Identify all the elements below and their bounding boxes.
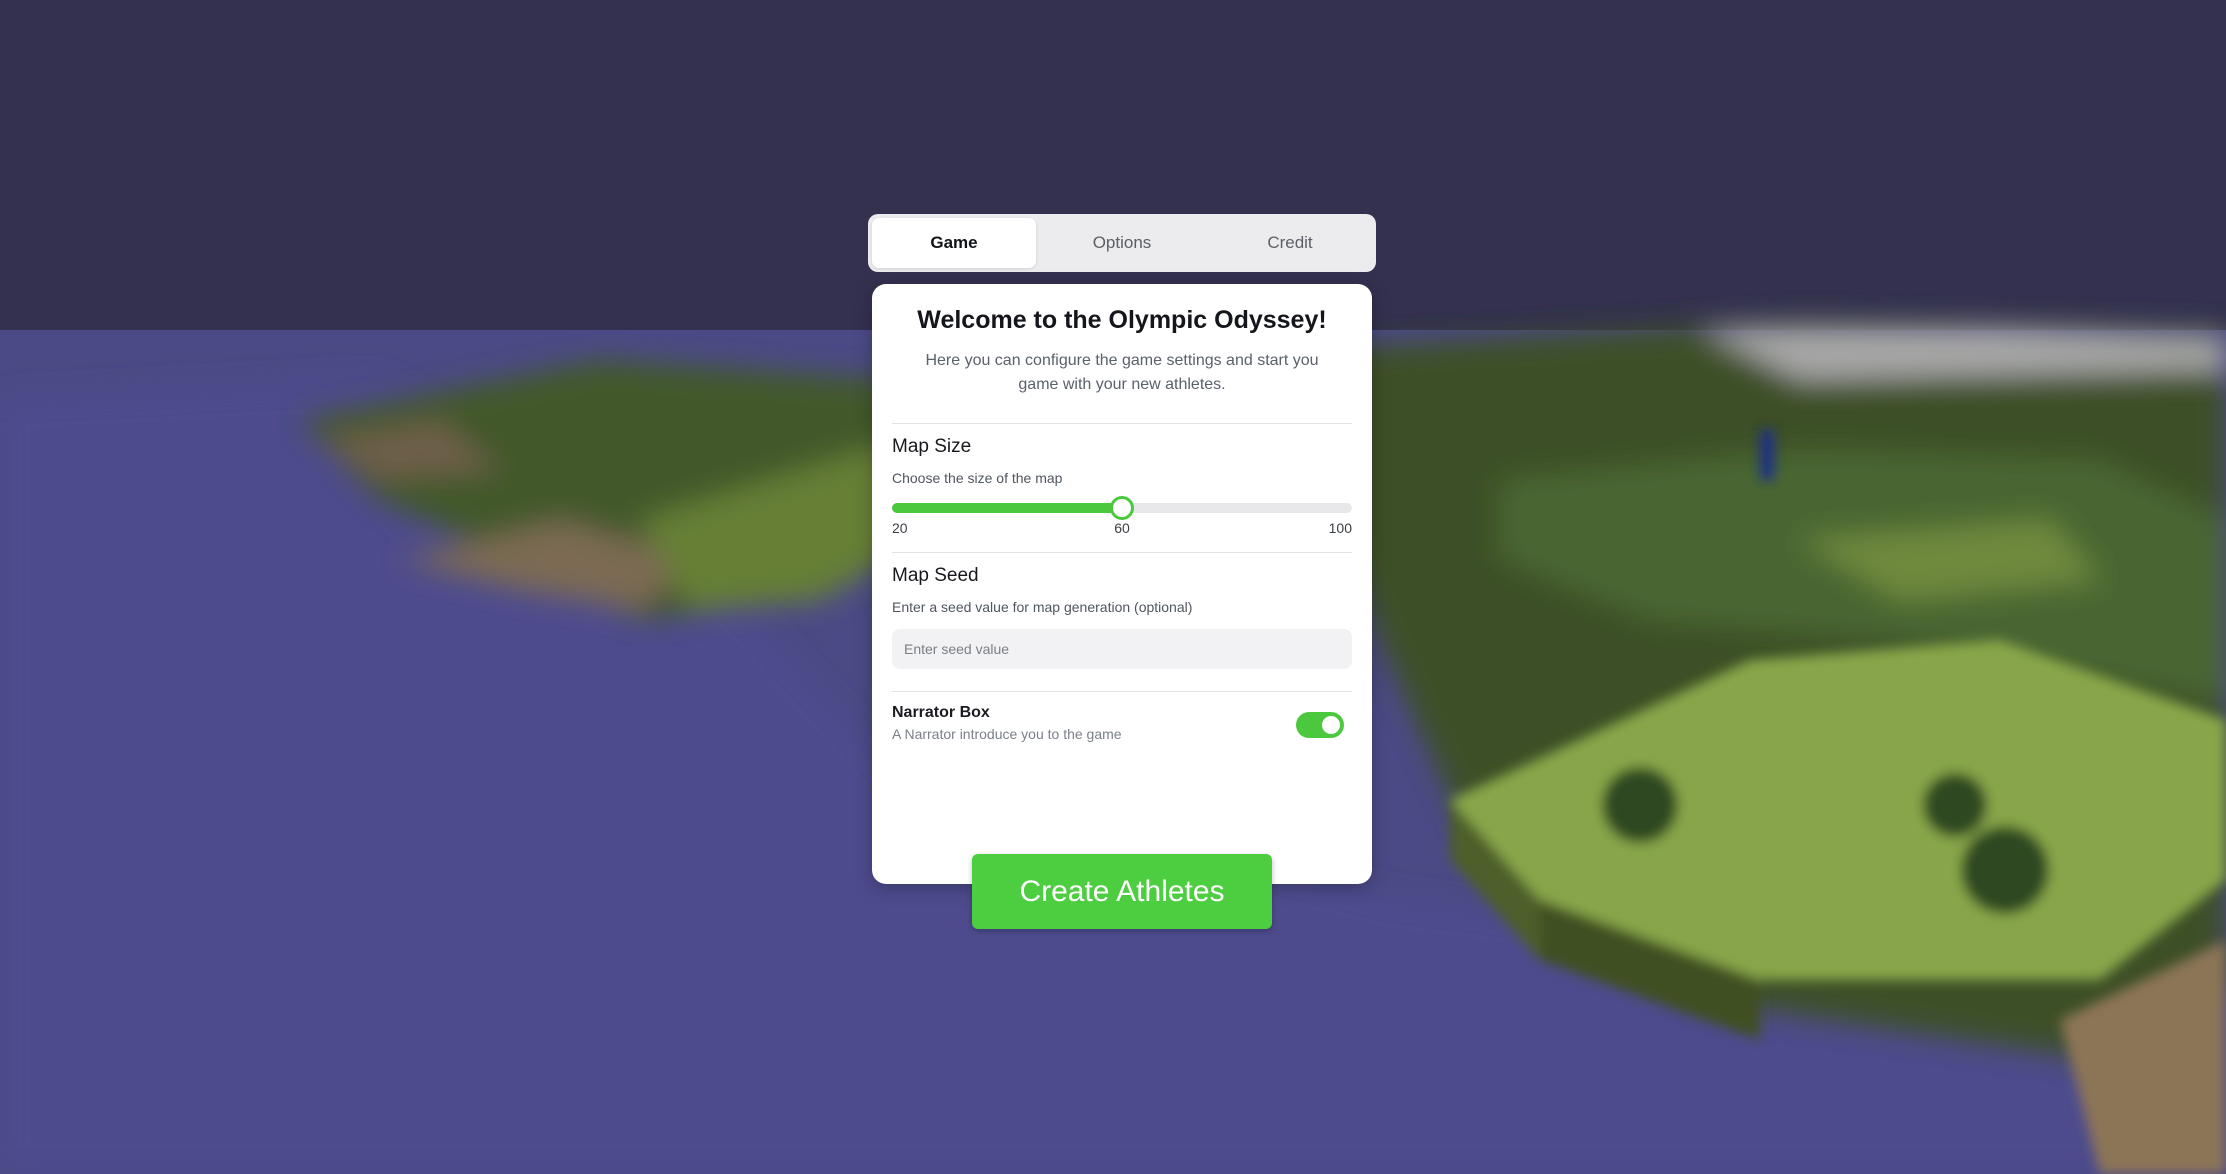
divider [892, 552, 1352, 553]
toggle-knob [1322, 716, 1340, 734]
divider [892, 423, 1352, 424]
slider-fill [892, 503, 1122, 513]
map-size-slider[interactable] [892, 496, 1352, 520]
narrator-description: A Narrator introduce you to the game [892, 726, 1122, 742]
narrator-label: Narrator Box [892, 704, 990, 721]
narrator-toggle[interactable] [1296, 712, 1344, 738]
map-size-hint: Choose the size of the map [892, 470, 1063, 486]
create-athletes-button[interactable]: Create Athletes [972, 854, 1272, 929]
map-seed-hint: Enter a seed value for map generation (o… [892, 599, 1193, 615]
slider-labels: 20 60 100 [892, 520, 1352, 538]
tab-options[interactable]: Options [1040, 218, 1204, 268]
map-size-title: Map Size [892, 436, 972, 457]
slider-max-label: 100 [1328, 520, 1352, 536]
seed-input[interactable] [892, 629, 1352, 669]
slider-thumb[interactable] [1110, 496, 1134, 520]
slider-value-label: 60 [1114, 520, 1130, 536]
map-seed-title: Map Seed [892, 565, 979, 586]
map-size-section: Map Size Choose the size of the map 20 6… [892, 436, 1352, 538]
tab-credit[interactable]: Credit [1208, 218, 1372, 268]
tab-bar: Game Options Credit [868, 214, 1376, 272]
game-settings-panel: Welcome to the Olympic Odyssey! Here you… [872, 284, 1372, 884]
slider-min-label: 20 [892, 520, 908, 536]
panel-title: Welcome to the Olympic Odyssey! [917, 306, 1327, 334]
panel-subtitle: Here you can configure the game settings… [925, 352, 1319, 393]
narrator-row: Narrator Box A Narrator introduce you to… [892, 704, 1352, 750]
map-seed-section: Map Seed Enter a seed value for map gene… [892, 565, 1352, 669]
divider [892, 691, 1352, 692]
tab-game[interactable]: Game [872, 218, 1036, 268]
